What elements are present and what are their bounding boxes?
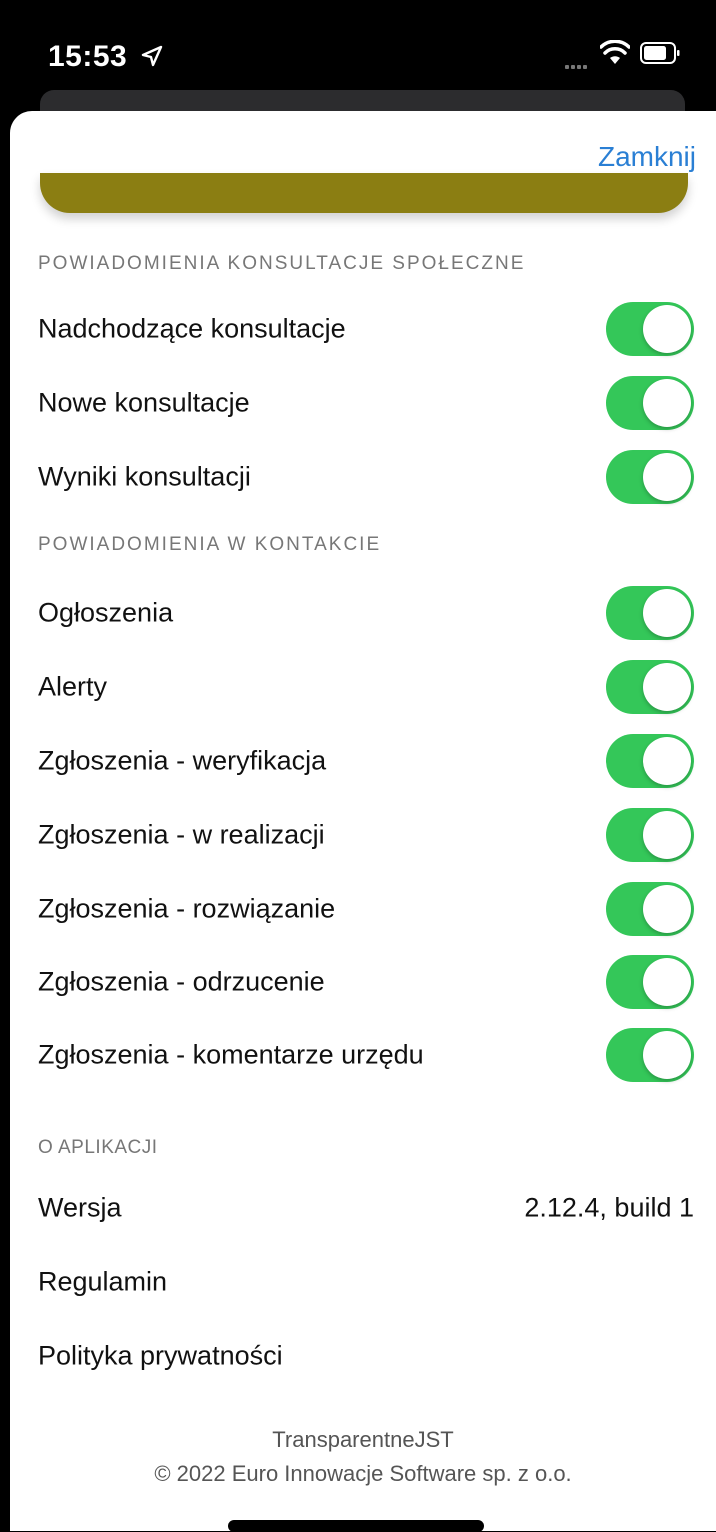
setting-row-reports-resolution: Zgłoszenia - rozwiązanie	[10, 874, 716, 944]
version-value: 2.12.4, build 1	[524, 1192, 694, 1223]
setting-label: Zgłoszenia - weryfikacja	[38, 745, 327, 776]
about-row-version: Wersja 2.12.4, build 1	[10, 1173, 716, 1243]
setting-row-reports-office-comments: Zgłoszenia - komentarze urzędu	[10, 1020, 716, 1090]
footer-copyright: © 2022 Euro Innowacje Software sp. z o.o…	[154, 1461, 572, 1486]
setting-row-consultation-results: Wyniki konsultacji	[10, 442, 716, 512]
toggle-knob	[643, 958, 691, 1006]
wifi-icon	[600, 40, 630, 64]
about-row-privacy[interactable]: Polityka prywatności	[10, 1321, 716, 1391]
toggle-knob	[643, 305, 691, 353]
about-row-terms[interactable]: Regulamin	[10, 1247, 716, 1317]
setting-row-alerts: Alerty	[10, 652, 716, 722]
toggle-knob	[643, 737, 691, 785]
setting-label: Alerty	[38, 671, 108, 702]
version-label: Wersja	[38, 1192, 122, 1223]
toggle-switch[interactable]	[606, 808, 694, 862]
toggle-knob	[643, 453, 691, 501]
home-indicator[interactable]	[228, 1520, 484, 1532]
setting-label: Zgłoszenia - komentarze urzędu	[38, 1039, 424, 1070]
toggle-switch[interactable]	[606, 376, 694, 430]
battery-icon	[640, 42, 680, 64]
setting-label: Zgłoszenia - w realizacji	[38, 819, 325, 850]
status-time: 15:53	[48, 40, 128, 73]
toggle-knob	[643, 663, 691, 711]
toggle-knob	[643, 1031, 691, 1079]
status-bar: 15:53	[0, 0, 716, 100]
toggle-switch[interactable]	[606, 302, 694, 356]
setting-label: Zgłoszenia - odrzucenie	[38, 966, 325, 997]
toggle-switch[interactable]	[606, 586, 694, 640]
setting-label: Zgłoszenia - rozwiązanie	[38, 893, 336, 924]
toggle-switch[interactable]	[606, 660, 694, 714]
footer: TransparentneJST © 2022 Euro Innowacje S…	[10, 1423, 716, 1491]
toggle-knob	[643, 589, 691, 637]
setting-row-new-consultations: Nowe konsultacje	[10, 368, 716, 438]
section-header-contact: POWIADOMIENIA W KONTAKCIE	[38, 534, 382, 555]
toggle-knob	[643, 811, 691, 859]
toggle-switch[interactable]	[606, 450, 694, 504]
setting-label: Nowe konsultacje	[38, 387, 250, 418]
toggle-switch[interactable]	[606, 882, 694, 936]
privacy-policy-link[interactable]: Polityka prywatności	[38, 1341, 283, 1372]
footer-app-name: TransparentneJST	[272, 1427, 454, 1452]
setting-row-upcoming-consultations: Nadchodzące konsultacje	[10, 294, 716, 364]
terms-link[interactable]: Regulamin	[38, 1267, 167, 1298]
setting-row-announcements: Ogłoszenia	[10, 578, 716, 648]
cellular-signal-icon	[565, 56, 589, 74]
toggle-switch[interactable]	[606, 955, 694, 1009]
close-button[interactable]: Zamknij	[598, 141, 696, 173]
section-header-consultations: POWIADOMIENIA KONSULTACJE SPOŁECZNE	[38, 253, 526, 274]
toggle-switch[interactable]	[606, 734, 694, 788]
setting-row-reports-rejection: Zgłoszenia - odrzucenie	[10, 947, 716, 1017]
toggle-knob	[643, 379, 691, 427]
setting-label: Ogłoszenia	[38, 597, 174, 628]
toggle-switch[interactable]	[606, 1028, 694, 1082]
setting-label: Nadchodzące konsultacje	[38, 313, 346, 344]
scrolled-card-edge	[40, 173, 688, 213]
location-arrow-icon	[141, 45, 163, 67]
setting-row-reports-in-progress: Zgłoszenia - w realizacji	[10, 800, 716, 870]
settings-sheet: Zamknij POWIADOMIENIA KONSULTACJE SPOŁEC…	[10, 111, 716, 1531]
setting-label: Wyniki konsultacji	[38, 461, 251, 492]
toggle-knob	[643, 885, 691, 933]
setting-row-reports-verification: Zgłoszenia - weryfikacja	[10, 726, 716, 796]
section-header-about: O APLIKACJI	[38, 1137, 158, 1158]
